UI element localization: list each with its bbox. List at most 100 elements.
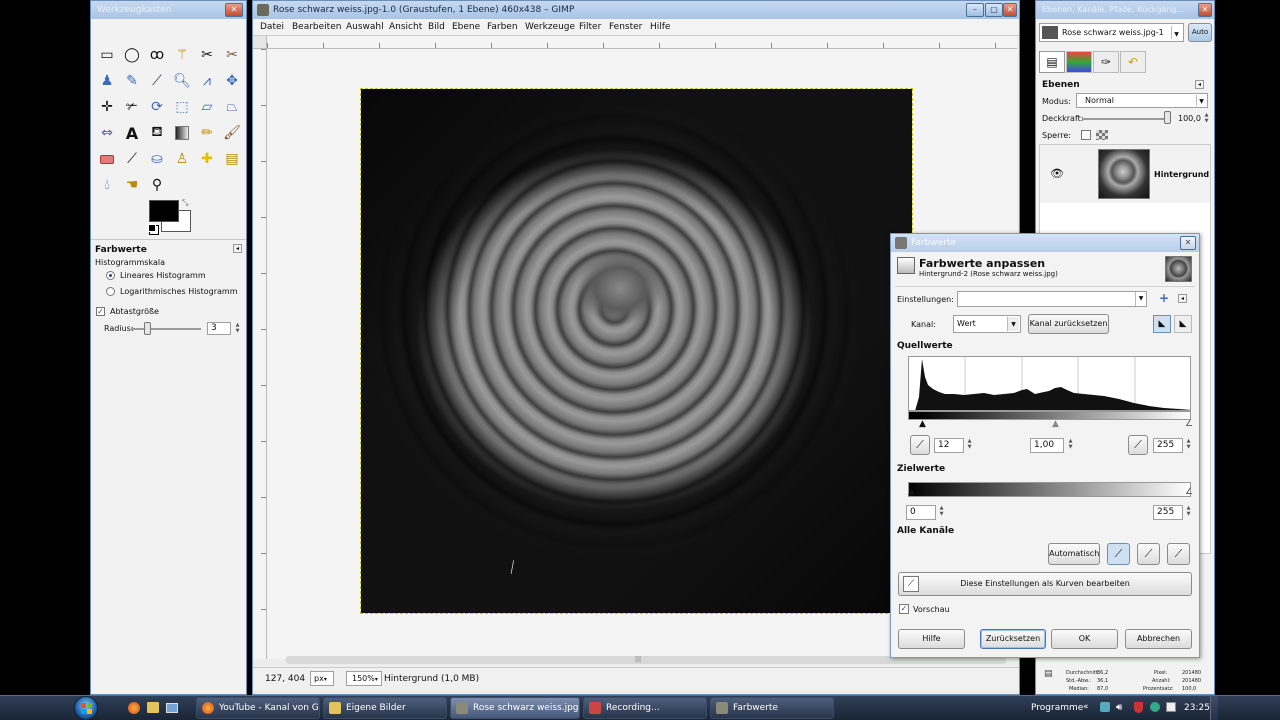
edit-as-curves-button[interactable]: ⟋ Diese Einstellungen als Kurven bearbei…	[898, 572, 1192, 596]
layer-thumbnail[interactable]	[1098, 149, 1150, 199]
foreground-select-icon[interactable]: ♟	[97, 71, 117, 91]
menu-ebene[interactable]: Ebene	[452, 22, 480, 32]
start-button-icon[interactable]	[74, 696, 98, 720]
opacity-value[interactable]: 100,0	[1178, 114, 1201, 123]
dodge-burn-icon[interactable]: ⚲	[147, 175, 167, 195]
pick-white-point-icon[interactable]: ⟋	[1128, 435, 1148, 455]
input-low-field[interactable]: 12	[934, 438, 964, 453]
output-high-handle[interactable]: ∠	[1185, 488, 1193, 497]
maximize-button[interactable]: ▢	[985, 3, 1003, 17]
pick-black-all-icon[interactable]: ⟋	[1107, 543, 1130, 565]
taskbar-item-pictures[interactable]: Eigene Bilder	[323, 697, 447, 719]
reset-channel-button[interactable]: Kanal zurücksetzen	[1028, 314, 1109, 334]
minimize-button[interactable]: –	[966, 3, 984, 17]
levels-titlebar[interactable]: Farbwerte	[891, 234, 1199, 252]
rect-select-icon[interactable]: ▭	[97, 45, 117, 65]
pick-black-point-icon[interactable]: ⟋	[910, 435, 930, 455]
layers-close-button[interactable]: ✕	[1198, 3, 1212, 17]
fuzzy-select-icon[interactable]: ✂	[222, 45, 242, 65]
preset-menu-icon[interactable]: ◂	[1178, 294, 1187, 303]
linear-histogram-radio[interactable]	[106, 271, 115, 280]
move-icon[interactable]: ✥	[222, 71, 242, 91]
menu-farben[interactable]: Farben	[487, 22, 518, 32]
rotate-icon[interactable]: ⟳	[147, 97, 167, 117]
tray-flag-icon[interactable]	[1166, 702, 1176, 712]
sample-size-checkbox[interactable]: ✓	[96, 307, 105, 316]
reset-button[interactable]: Zurücksetzen	[980, 629, 1046, 649]
image-select-arrow-icon[interactable]: ▼	[1171, 26, 1181, 39]
opacity-spin[interactable]: ▲ ▼	[1203, 112, 1210, 124]
menu-bild[interactable]: Bild	[428, 22, 445, 32]
layer-name[interactable]: Hintergrund	[1154, 170, 1209, 179]
layers-titlebar[interactable]: Ebenen, Kanäle, Pfade, Rückgäng...	[1036, 1, 1214, 19]
help-button[interactable]: Hilfe	[898, 629, 965, 649]
output-low-field[interactable]: 0	[906, 505, 936, 520]
quicklaunch-folder-icon[interactable]	[147, 702, 159, 713]
auto-button[interactable]: Auto	[1188, 23, 1212, 42]
vertical-ruler[interactable]	[253, 49, 267, 659]
scissors-icon[interactable]: ✂	[197, 45, 217, 65]
input-histogram[interactable]	[908, 356, 1191, 411]
menu-ansicht[interactable]: Ansicht	[389, 22, 422, 32]
flip-icon[interactable]: ⇔	[97, 123, 117, 143]
rose-image[interactable]	[360, 88, 913, 614]
input-gamma-spin[interactable]: ▲ ▼	[1067, 438, 1074, 450]
zoom-icon[interactable]: 🔍︎	[172, 71, 192, 91]
airbrush-icon[interactable]: ⟋	[122, 149, 142, 169]
output-low-spin[interactable]: ▲ ▼	[938, 505, 945, 517]
smudge-icon[interactable]: ☚	[122, 175, 142, 195]
show-desktop-button[interactable]	[1210, 696, 1218, 720]
ruler-corner[interactable]	[253, 36, 267, 49]
bucket-fill-icon[interactable]: ⛾	[147, 123, 167, 143]
lock-alpha-icon[interactable]	[1096, 130, 1108, 140]
input-low-spin[interactable]: ▲ ▼	[966, 438, 973, 450]
eraser-icon[interactable]	[97, 149, 117, 169]
menu-datei[interactable]: Datei	[260, 22, 284, 32]
text-icon[interactable]: A	[122, 123, 142, 143]
pick-white-all-icon[interactable]: ⟋	[1167, 543, 1190, 565]
radius-input[interactable]: 3	[207, 322, 231, 335]
heal-icon[interactable]: ✚	[197, 149, 217, 169]
tool-options-collapse-icon[interactable]: ◂	[233, 244, 242, 253]
auto-levels-button[interactable]: Automatisch	[1048, 543, 1100, 565]
settings-combo[interactable]	[957, 291, 1147, 307]
foreground-color-swatch[interactable]	[149, 200, 179, 222]
input-high-field[interactable]: 255	[1153, 438, 1183, 453]
clone-icon[interactable]: ♙	[172, 149, 192, 169]
quicklaunch-firefox-icon[interactable]	[128, 702, 140, 714]
pick-gray-all-icon[interactable]: ⟋	[1137, 543, 1160, 565]
unit-select[interactable]: px▾	[310, 671, 334, 686]
layers-tab-icon[interactable]: ▤	[1039, 51, 1065, 73]
input-gamma-field[interactable]: 1,00	[1030, 438, 1064, 453]
radius-slider-track[interactable]	[131, 328, 201, 330]
input-gamma-handle[interactable]: ▲	[1052, 420, 1059, 429]
swap-colors-icon[interactable]: ⤡	[182, 198, 188, 208]
ink-icon[interactable]: ⛀	[147, 149, 167, 169]
gradient-icon[interactable]	[172, 123, 192, 143]
input-high-spin[interactable]: ▲ ▼	[1185, 438, 1192, 450]
cancel-button[interactable]: Abbrechen	[1125, 629, 1192, 649]
align-icon[interactable]: ✛	[97, 97, 117, 117]
taskbar-programs-label[interactable]: Programme	[1031, 703, 1083, 713]
toolbox-titlebar[interactable]: Werkzeugkasten	[91, 1, 246, 19]
shear-icon[interactable]: ▱	[197, 97, 217, 117]
channel-select[interactable]: Wert ▼	[953, 315, 1021, 333]
menu-hilfe[interactable]: Hilfe	[650, 22, 670, 32]
close-button[interactable]: ✕	[1003, 3, 1017, 17]
paths-tab-icon[interactable]: ✑	[1093, 51, 1119, 73]
menu-werkzeuge[interactable]: Werkzeuge	[525, 22, 575, 32]
quicklaunch-desktop-icon[interactable]	[166, 703, 178, 713]
scale-icon[interactable]: ⬚	[172, 97, 192, 117]
output-high-spin[interactable]: ▲ ▼	[1185, 505, 1192, 517]
menu-bearbeiten[interactable]: Bearbeiten	[292, 22, 341, 32]
add-preset-icon[interactable]: +	[1159, 291, 1169, 305]
mode-select[interactable]: Normal ▼	[1076, 93, 1208, 108]
zoom-select[interactable]: 150%▾	[346, 671, 382, 686]
color-picker-icon[interactable]: ⟋	[147, 71, 167, 91]
pencil-icon[interactable]: ✏	[197, 123, 217, 143]
image-select[interactable]: Rose schwarz weiss.jpg-1 ▼	[1039, 23, 1184, 42]
tray-shield-icon[interactable]	[1134, 702, 1143, 713]
lasso-icon[interactable]: ꝏ	[147, 45, 167, 65]
levels-close-button[interactable]: ✕	[1180, 236, 1196, 250]
log-histogram-radio[interactable]	[106, 287, 115, 296]
